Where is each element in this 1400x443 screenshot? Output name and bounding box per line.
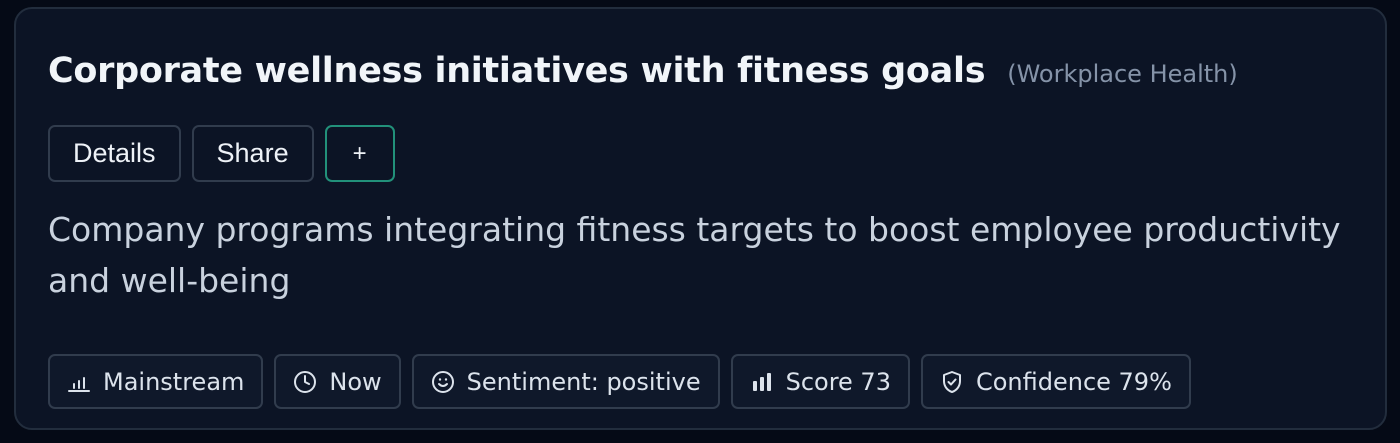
bar-chart-icon xyxy=(750,371,774,393)
add-button[interactable]: + xyxy=(324,125,395,182)
card-description: Company programs integrating fitness tar… xyxy=(48,210,1341,300)
chip-label: Confidence 79% xyxy=(975,367,1172,396)
chip-label: Sentiment: positive xyxy=(466,367,701,396)
chip-timing: Now xyxy=(274,354,401,409)
category-label: (Workplace Health) xyxy=(1007,60,1238,88)
chart-bars-icon xyxy=(67,371,91,393)
chip-sentiment: Sentiment: positive xyxy=(411,354,720,409)
metadata-chips: Mainstream Now Sentiment: positive Score… xyxy=(48,354,1191,409)
chip-confidence: Confidence 79% xyxy=(920,354,1191,409)
chip-label: Mainstream xyxy=(103,367,245,396)
shield-check-icon xyxy=(940,370,964,394)
chip-label: Now xyxy=(329,367,382,396)
smiley-icon xyxy=(431,370,455,394)
chip-label: Score 73 xyxy=(785,367,891,396)
clock-icon xyxy=(293,370,317,394)
details-button[interactable]: Details xyxy=(48,125,181,182)
chip-adoption: Mainstream xyxy=(48,354,264,409)
chip-score: Score 73 xyxy=(730,354,910,409)
action-bar: Details Share + xyxy=(48,125,395,182)
share-button[interactable]: Share xyxy=(191,125,314,182)
trend-card: Corporate wellness initiatives with fitn… xyxy=(14,7,1387,430)
title-row: Corporate wellness initiatives with fitn… xyxy=(48,51,1238,91)
card-title: Corporate wellness initiatives with fitn… xyxy=(48,51,986,91)
